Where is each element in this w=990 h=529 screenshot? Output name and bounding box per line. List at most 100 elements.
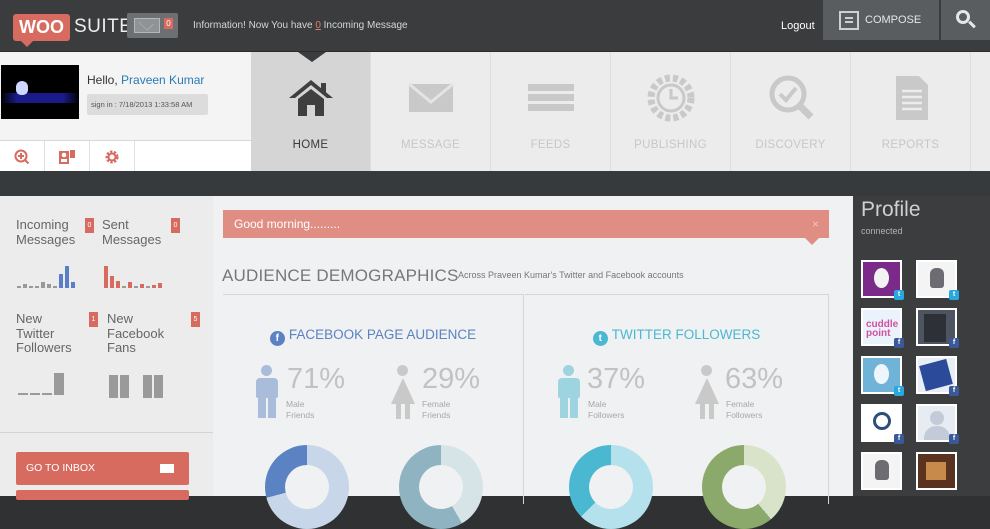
profile-sidebar: Profile connected t t cuddle point f f t … xyxy=(853,196,990,496)
nav-home[interactable]: HOME xyxy=(251,52,371,171)
facebook-icon: f xyxy=(269,331,285,346)
profile-thumb[interactable]: f xyxy=(861,404,904,444)
greeting-alert: Good morning......... × xyxy=(223,210,829,245)
home-icon xyxy=(289,80,333,116)
nav-publishing[interactable]: PUBLISHING xyxy=(611,52,731,171)
twitter-badge-icon: t xyxy=(894,290,904,300)
nav-publishing-label: PUBLISHING xyxy=(634,139,707,151)
nav-message[interactable]: MESSAGE xyxy=(371,52,491,171)
close-icon[interactable]: × xyxy=(812,210,819,238)
info-prefix: Information! Now You have xyxy=(193,20,313,31)
incoming-messages-stat[interactable]: Incoming Messages xyxy=(16,217,75,247)
profile-thumb[interactable]: t xyxy=(916,260,959,300)
compose-button[interactable]: COMPOSE xyxy=(823,0,939,40)
facebook-secondary-donut xyxy=(399,445,483,529)
facebook-badge-icon: f xyxy=(949,434,959,444)
profile-thumb[interactable] xyxy=(916,452,957,490)
go-to-inbox-button[interactable]: GO TO INBOX xyxy=(16,452,189,485)
sent-messages-stat[interactable]: Sent Messages xyxy=(102,217,161,247)
twitter-secondary-donut xyxy=(702,445,786,529)
main-nav: HOME MESSAGE FEEDS PUBLISHING DISCOVERY … xyxy=(251,52,990,171)
profile-thumb[interactable]: f xyxy=(916,308,959,348)
signin-time: sign in : 7/18/2013 1:33:58 AM xyxy=(87,94,208,115)
twitter-gender-donut xyxy=(569,445,653,529)
profile-thumb[interactable]: t xyxy=(861,260,904,300)
gear-icon[interactable] xyxy=(90,141,135,172)
mail-button[interactable]: 0 xyxy=(127,13,178,38)
go-to-inbox-label: GO TO INBOX xyxy=(26,462,96,474)
user-actions xyxy=(0,140,251,172)
facebook-badge-icon: f xyxy=(949,386,959,396)
profile-subtitle: connected xyxy=(861,226,903,236)
nav-message-label: MESSAGE xyxy=(401,139,460,151)
facebook-badge-icon: f xyxy=(894,338,904,348)
profile-thumb[interactable]: cuddle point f xyxy=(861,308,904,348)
nav-reports-label: REPORTS xyxy=(881,139,940,151)
logo-woo: WOO xyxy=(13,13,70,47)
profile-thumb[interactable]: t xyxy=(861,356,904,396)
female-figure-icon xyxy=(695,365,719,419)
add-icon[interactable] xyxy=(0,141,45,172)
avatar[interactable] xyxy=(1,65,79,119)
facebook-badge-icon: f xyxy=(894,434,904,444)
female-followers-label: Female Followers xyxy=(726,399,763,420)
clock-gear-icon xyxy=(647,74,695,122)
compose-label: COMPOSE xyxy=(865,14,922,26)
facebook-audience-title: f FACEBOOK PAGE AUDIENCE xyxy=(223,327,523,346)
stats-sidebar: Incoming Messages 0 Sent Messages 0 New … xyxy=(0,196,213,500)
male-followers-percent: 37% xyxy=(587,363,646,395)
female-figure-icon xyxy=(391,365,415,419)
greeting: Hello, Praveen Kumar xyxy=(87,73,205,87)
nav-discovery-label: DISCOVERY xyxy=(755,139,826,151)
contacts-icon[interactable] xyxy=(45,141,90,172)
logout-link[interactable]: Logout xyxy=(781,20,815,32)
user-name[interactable]: Praveen Kumar xyxy=(121,73,204,87)
demographics-subtitle: Across Praveen Kumar's Twitter and Faceb… xyxy=(458,270,684,280)
envelope-icon xyxy=(134,18,160,33)
nav-feeds[interactable]: FEEDS xyxy=(491,52,611,171)
male-friends-label: Male Friends xyxy=(286,399,315,420)
twitter-badge-icon: t xyxy=(894,386,904,396)
secondary-action-button[interactable] xyxy=(16,490,189,500)
document-icon xyxy=(896,76,928,120)
demographics-title: AUDIENCE DEMOGRAPHICS xyxy=(222,266,459,285)
male-friends-percent: 71% xyxy=(287,363,346,395)
sent-sparkline xyxy=(104,264,162,288)
new-twitter-followers-stat[interactable]: New Twitter Followers xyxy=(16,311,72,356)
twitter-followers-panel: t TWITTER FOLLOWERS 37% Male Followers 63%… xyxy=(525,294,829,529)
nav-discovery[interactable]: DISCOVERY xyxy=(731,52,851,171)
separator-bar xyxy=(0,171,990,197)
profile-thumb[interactable] xyxy=(861,452,902,490)
facebook-badge-icon: f xyxy=(949,338,959,348)
sent-count-badge: 0 xyxy=(171,218,180,233)
logo-suite: SUITE xyxy=(74,16,133,37)
envelope-icon xyxy=(408,82,454,112)
top-bar: WOO SUITE 0 Information! Now You have 0 … xyxy=(0,0,990,52)
user-panel: Hello, Praveen Kumar sign in : 7/18/2013… xyxy=(0,52,251,172)
new-facebook-fans-stat[interactable]: New Facebook Fans xyxy=(107,311,164,356)
incoming-count-badge: 0 xyxy=(85,218,94,233)
female-followers-percent: 63% xyxy=(725,363,784,395)
main-content: Good morning......... × AUDIENCE DEMOGRA… xyxy=(213,196,853,529)
nav-home-label: HOME xyxy=(292,139,329,151)
envelope-icon xyxy=(160,464,174,473)
male-followers-label: Male Followers xyxy=(588,399,625,420)
info-suffix: Incoming Message xyxy=(323,20,408,31)
feeds-icon xyxy=(528,84,574,111)
magnifier-check-icon xyxy=(769,75,814,120)
apple-logo-icon xyxy=(16,81,28,95)
profile-thumb[interactable]: f xyxy=(916,404,959,444)
nav-reports[interactable]: REPORTS xyxy=(851,52,971,171)
twitter-count-badge: 1 xyxy=(89,312,98,327)
info-message: Information! Now You have 0 Incoming Mes… xyxy=(193,20,408,31)
logo[interactable]: WOO SUITE xyxy=(13,12,133,47)
facebook-count-badge: 5 xyxy=(191,312,200,327)
search-button[interactable] xyxy=(941,0,990,40)
alert-text: Good morning......... xyxy=(234,217,341,231)
female-friends-percent: 29% xyxy=(422,363,481,395)
facebook-audience-panel: f FACEBOOK PAGE AUDIENCE 71% Male Friends … xyxy=(223,294,524,529)
twitter-followers-title: t TWITTER FOLLOWERS xyxy=(525,327,828,346)
profile-thumb[interactable]: f xyxy=(916,356,959,396)
nav-feeds-label: FEEDS xyxy=(530,139,571,151)
info-count[interactable]: 0 xyxy=(315,20,321,31)
